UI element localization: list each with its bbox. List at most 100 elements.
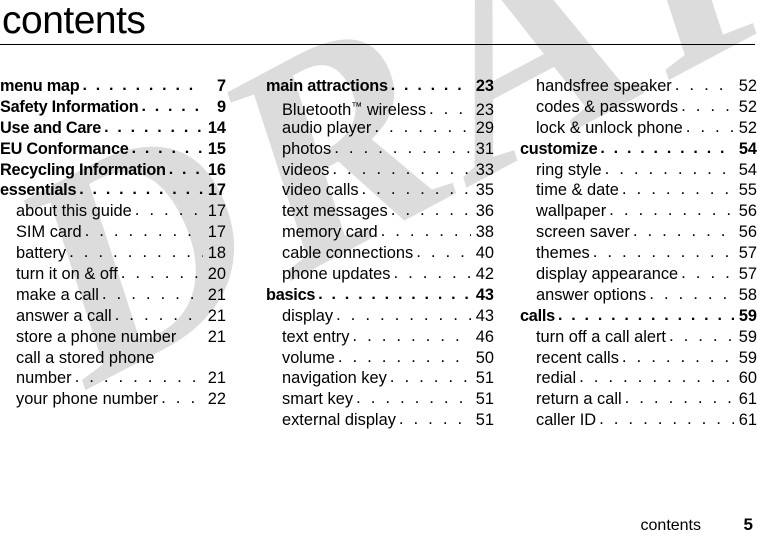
toc-entry[interactable]: video calls. . . . . . . . . . . . . . .… bbox=[266, 180, 494, 201]
toc-entry[interactable]: redial. . . . . . . . . . . . . . . . . … bbox=[520, 368, 757, 389]
toc-entry-page: 52 bbox=[738, 97, 757, 116]
toc-entry[interactable]: answer options. . . . . . . . . . . . . … bbox=[520, 285, 757, 306]
toc-entry[interactable]: your phone number. . . . . . . . . . . .… bbox=[0, 389, 226, 410]
toc-entry[interactable]: turn off a call alert. . . . . . . . . .… bbox=[520, 327, 757, 348]
toc-entry-page: 51 bbox=[475, 390, 494, 409]
toc-leader-dots: . . . . . . . . . . . . . . . . . . . . … bbox=[141, 97, 203, 115]
toc-entry[interactable]: screen saver. . . . . . . . . . . . . . … bbox=[520, 222, 757, 243]
toc-entry[interactable]: smart key. . . . . . . . . . . . . . . .… bbox=[266, 389, 494, 410]
toc-leader-dots: . . . . . . . . . . . . . . . . . . . . … bbox=[579, 368, 734, 387]
toc-entry-label: time & date bbox=[536, 181, 619, 200]
toc-entry[interactable]: caller ID. . . . . . . . . . . . . . . .… bbox=[520, 410, 757, 431]
toc-leader-dots: . . . . . . . . . . . . . . . . . . . . … bbox=[79, 181, 203, 199]
toc-entry-page: 58 bbox=[738, 285, 757, 304]
toc-entry[interactable]: essentials. . . . . . . . . . . . . . . … bbox=[0, 180, 226, 201]
toc-entry[interactable]: Safety Information. . . . . . . . . . . … bbox=[0, 97, 226, 118]
toc-entry[interactable]: display appearance. . . . . . . . . . . … bbox=[520, 264, 757, 285]
toc-entry[interactable]: photos. . . . . . . . . . . . . . . . . … bbox=[266, 139, 494, 160]
toc-entry[interactable]: memory card. . . . . . . . . . . . . . .… bbox=[266, 222, 494, 243]
toc-leader-dots: . . . . . . . . . . . . . . . . . . . . … bbox=[361, 180, 471, 199]
toc-entry[interactable]: about this guide. . . . . . . . . . . . … bbox=[0, 201, 226, 222]
toc-entry[interactable]: EU Conformance. . . . . . . . . . . . . … bbox=[0, 139, 226, 160]
toc-entry[interactable]: display. . . . . . . . . . . . . . . . .… bbox=[266, 306, 494, 327]
toc-entry-page: 35 bbox=[475, 181, 494, 200]
toc-entry[interactable]: return a call. . . . . . . . . . . . . .… bbox=[520, 389, 757, 410]
toc-leader-dots: . . . . . . . . . . . . . . . . . . . . … bbox=[82, 77, 203, 94]
header-divider bbox=[0, 44, 755, 45]
toc-column-3: handsfree speaker . . . . . . . . . . . .… bbox=[520, 76, 757, 431]
toc-entry[interactable]: themes. . . . . . . . . . . . . . . . . … bbox=[520, 243, 757, 264]
toc-entry-page: 54 bbox=[738, 160, 757, 179]
toc-leader-dots: . . . . . . . . . . . . . . . . . . . . … bbox=[390, 201, 471, 220]
toc-entry-label: essentials bbox=[0, 181, 77, 200]
toc-entry-page: 17 bbox=[207, 181, 226, 200]
toc-entry-label: external display bbox=[282, 411, 396, 430]
toc-leader-dots: . . . . . . . . . . . . . . . . . . . . … bbox=[131, 139, 203, 157]
toc-entry[interactable]: videos. . . . . . . . . . . . . . . . . … bbox=[266, 160, 494, 181]
toc-entry-page: 59 bbox=[738, 327, 757, 346]
toc-entry[interactable]: call a stored phone. . . . . . . . . . .… bbox=[0, 348, 226, 369]
toc-leader-dots: . . . . . . . . . . . . . . . . . . . . … bbox=[609, 201, 734, 220]
toc-entry[interactable]: handsfree speaker. . . . . . . . . . . .… bbox=[520, 76, 757, 97]
toc-entry-label: handsfree speaker bbox=[536, 77, 672, 95]
toc-entry-label: main attractions bbox=[266, 77, 388, 95]
toc-entry[interactable]: battery. . . . . . . . . . . . . . . . .… bbox=[0, 243, 226, 264]
toc-entry-label: display bbox=[282, 306, 334, 325]
toc-entry-label: wallpaper bbox=[536, 202, 607, 221]
toc-entry-page: 38 bbox=[475, 223, 494, 242]
toc-entry[interactable]: codes & passwords. . . . . . . . . . . .… bbox=[520, 97, 757, 118]
toc-entry[interactable]: Recycling Information. . . . . . . . . .… bbox=[0, 160, 226, 181]
toc-entry[interactable]: Use and Care. . . . . . . . . . . . . . … bbox=[0, 118, 226, 139]
toc-entry-label: text messages bbox=[282, 202, 388, 221]
toc-entry-page: 57 bbox=[738, 265, 757, 284]
toc-entry[interactable]: text messages. . . . . . . . . . . . . .… bbox=[266, 201, 494, 222]
toc-entry-label: turn it on & off bbox=[16, 265, 118, 284]
toc-entry-label: videos bbox=[282, 160, 330, 179]
toc-entry[interactable]: turn it on & off. . . . . . . . . . . . … bbox=[0, 264, 226, 285]
toc-entry-label: screen saver bbox=[536, 223, 630, 242]
toc-entry[interactable]: cable connections. . . . . . . . . . . .… bbox=[266, 243, 494, 264]
toc-entry-page: 51 bbox=[475, 411, 494, 430]
footer-section-label: contents bbox=[640, 517, 701, 534]
toc-entry[interactable]: make a call. . . . . . . . . . . . . . .… bbox=[0, 285, 226, 306]
toc-entry-page: 33 bbox=[475, 160, 494, 179]
toc-entry[interactable]: customize. . . . . . . . . . . . . . . .… bbox=[520, 139, 757, 160]
toc-entry[interactable]: ring style. . . . . . . . . . . . . . . … bbox=[520, 160, 757, 181]
toc-entry[interactable]: recent calls. . . . . . . . . . . . . . … bbox=[520, 348, 757, 369]
toc-entry-label: basics bbox=[266, 285, 316, 304]
toc-entry-label: turn off a call alert bbox=[536, 327, 666, 346]
toc-entry[interactable]: wallpaper. . . . . . . . . . . . . . . .… bbox=[520, 201, 757, 222]
toc-entry-page: 61 bbox=[738, 390, 757, 409]
toc-entry[interactable]: Bluetooth™ wireless. . . . . . . . . . .… bbox=[266, 97, 494, 118]
toc-leader-dots: . . . . . . . . . . . . . . . . . . . . … bbox=[649, 284, 734, 303]
toc-entry[interactable]: basics. . . . . . . . . . . . . . . . . … bbox=[266, 285, 494, 306]
toc-entry[interactable]: store a phone number. . . . . . . . . . … bbox=[0, 327, 226, 348]
toc-entry[interactable]: calls. . . . . . . . . . . . . . . . . .… bbox=[520, 306, 757, 327]
toc-entry[interactable]: text entry. . . . . . . . . . . . . . . … bbox=[266, 327, 494, 348]
toc-entry[interactable]: answer a call. . . . . . . . . . . . . .… bbox=[0, 306, 226, 327]
toc-entry-page: 56 bbox=[738, 202, 757, 221]
toc-leader-dots: . . . . . . . . . . . . . . . . . . . . … bbox=[621, 347, 734, 366]
toc-leader-dots: . . . . . . . . . . . . . . . . . . . . … bbox=[161, 389, 203, 408]
footer-page-number: 5 bbox=[743, 515, 753, 534]
toc-entry[interactable]: external display. . . . . . . . . . . . … bbox=[266, 410, 494, 431]
toc-leader-dots: . . . . . . . . . . . . . . . . . . . . … bbox=[352, 326, 471, 345]
toc-entry[interactable]: lock & unlock phone. . . . . . . . . . .… bbox=[520, 118, 757, 139]
toc-entry[interactable]: navigation key. . . . . . . . . . . . . … bbox=[266, 368, 494, 389]
toc-entry[interactable]: volume. . . . . . . . . . . . . . . . . … bbox=[266, 348, 494, 369]
toc-entry[interactable]: SIM card. . . . . . . . . . . . . . . . … bbox=[0, 222, 226, 243]
toc-entry-page: 60 bbox=[738, 369, 757, 388]
toc-leader-dots: . . . . . . . . . . . . . . . . . . . . … bbox=[604, 159, 734, 178]
toc-entry-page: 23 bbox=[475, 77, 494, 95]
toc-leader-dots: . . . . . . . . . . . . . . . . . . . . … bbox=[416, 243, 471, 262]
toc-leader-dots: . . . . . . . . . . . . . . . . . . . . … bbox=[599, 410, 734, 429]
page-header: contents bbox=[0, 0, 757, 45]
toc-entry[interactable]: number. . . . . . . . . . . . . . . . . … bbox=[0, 368, 226, 389]
toc-leader-dots: . . . . . . . . . . . . . . . . . . . . … bbox=[84, 222, 203, 241]
toc-entry[interactable]: menu map. . . . . . . . . . . . . . . . … bbox=[0, 76, 226, 97]
toc-entry[interactable]: time & date. . . . . . . . . . . . . . .… bbox=[520, 180, 757, 201]
toc-entry[interactable]: main attractions. . . . . . . . . . . . … bbox=[266, 76, 494, 97]
toc-leader-dots: . . . . . . . . . . . . . . . . . . . . … bbox=[101, 284, 203, 303]
toc-entry[interactable]: phone updates. . . . . . . . . . . . . .… bbox=[266, 264, 494, 285]
toc-entry[interactable]: audio player. . . . . . . . . . . . . . … bbox=[266, 118, 494, 139]
